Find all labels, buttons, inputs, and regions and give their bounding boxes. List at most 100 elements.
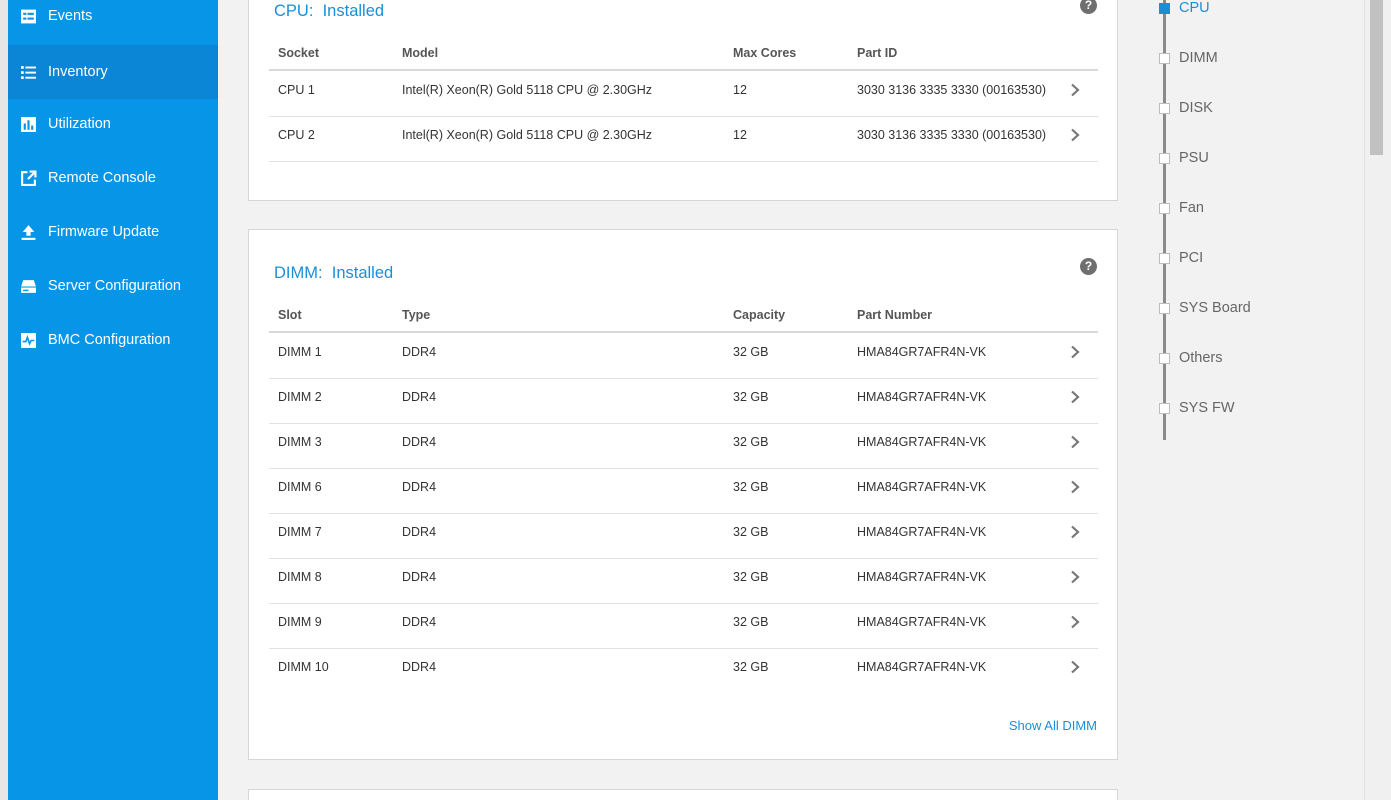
table-row[interactable]: DIMM 1 DDR4 32 GB HMA84GR7AFR4N-VK <box>269 334 1098 379</box>
cell-capacity: 32 GB <box>733 525 769 539</box>
cell-part-number: HMA84GR7AFR4N-VK <box>857 435 987 449</box>
cell-slot: DIMM 3 <box>278 435 322 449</box>
pulse-icon <box>8 332 48 349</box>
column-header-socket: Socket <box>278 46 319 60</box>
index-item-others[interactable]: Others <box>1159 349 1223 367</box>
sidebar-item-label: Events <box>48 8 93 24</box>
index-marker <box>1159 252 1170 264</box>
index-label: DISK <box>1179 100 1213 116</box>
sidebar-item-label: Remote Console <box>48 170 156 186</box>
index-marker <box>1159 152 1170 164</box>
index-marker <box>1159 352 1170 364</box>
index-item-pci[interactable]: PCI <box>1159 249 1203 267</box>
index-label: CPU <box>1179 0 1210 16</box>
table-row[interactable]: CPU 1 Intel(R) Xeon(R) Gold 5118 CPU @ 2… <box>269 72 1098 117</box>
index-label: DIMM <box>1179 50 1218 66</box>
cell-type: DDR4 <box>402 435 437 449</box>
cell-socket: CPU 2 <box>278 128 315 142</box>
panel-title-label: CPU: <box>274 2 314 20</box>
panel-title-status: Installed <box>322 2 385 20</box>
cpu-help-icon[interactable]: ? <box>1080 0 1097 14</box>
cell-socket: CPU 1 <box>278 83 315 97</box>
cell-max-cores: 12 <box>733 128 747 142</box>
sidebar-item-label: Inventory <box>48 64 108 80</box>
cell-capacity: 32 GB <box>733 480 769 494</box>
cell-part-number: HMA84GR7AFR4N-VK <box>857 660 987 674</box>
sidebar-item-events[interactable]: Events <box>8 0 218 43</box>
cell-type: DDR4 <box>402 615 437 629</box>
cell-capacity: 32 GB <box>733 570 769 584</box>
chevron-right-icon[interactable] <box>1068 660 1082 674</box>
sidebar-item-label: Firmware Update <box>48 224 160 240</box>
cell-max-cores: 12 <box>733 83 747 97</box>
events-icon <box>8 8 48 25</box>
index-item-sys-fw[interactable]: SYS FW <box>1159 399 1235 417</box>
upload-icon <box>8 224 48 241</box>
index-label: Others <box>1179 350 1223 366</box>
table-row[interactable]: DIMM 2 DDR4 32 GB HMA84GR7AFR4N-VK <box>269 379 1098 424</box>
chevron-right-icon[interactable] <box>1068 83 1082 97</box>
index-item-cpu[interactable]: CPU <box>1159 0 1210 17</box>
index-marker <box>1159 2 1170 14</box>
column-header-type: Type <box>402 308 431 322</box>
index-item-sys-board[interactable]: SYS Board <box>1159 299 1251 317</box>
cell-capacity: 32 GB <box>733 390 769 404</box>
scrollbar-thumb[interactable] <box>1370 0 1383 155</box>
table-row[interactable]: DIMM 3 DDR4 32 GB HMA84GR7AFR4N-VK <box>269 424 1098 469</box>
cell-model: Intel(R) Xeon(R) Gold 5118 CPU @ 2.30GHz <box>402 128 653 142</box>
index-item-psu[interactable]: PSU <box>1159 149 1209 167</box>
table-row[interactable]: DIMM 9 DDR4 32 GB HMA84GR7AFR4N-VK <box>269 604 1098 649</box>
list-icon <box>8 64 48 81</box>
cell-capacity: 32 GB <box>733 435 769 449</box>
cell-slot: DIMM 10 <box>278 660 329 674</box>
cell-slot: DIMM 6 <box>278 480 322 494</box>
panel-title-status: Installed <box>331 264 394 282</box>
sidebar-item-label: Utilization <box>48 116 111 132</box>
cell-capacity: 32 GB <box>733 660 769 674</box>
show-all-dimm-link[interactable]: Show All DIMM <box>1009 718 1097 733</box>
dimm-panel: DIMM: Installed ? Slot Type Capacity Par… <box>248 229 1118 760</box>
chevron-right-icon[interactable] <box>1068 128 1082 142</box>
chevron-right-icon[interactable] <box>1068 480 1082 494</box>
sidebar-item-utilization[interactable]: Utilization <box>8 97 218 151</box>
cell-type: DDR4 <box>402 660 437 674</box>
cell-type: DDR4 <box>402 525 437 539</box>
cell-slot: DIMM 7 <box>278 525 322 539</box>
chevron-right-icon[interactable] <box>1068 435 1082 449</box>
dimm-panel-title: DIMM: Installed <box>274 264 393 283</box>
next-panel <box>248 789 1118 800</box>
index-item-fan[interactable]: Fan <box>1159 199 1204 217</box>
table-row[interactable]: DIMM 7 DDR4 32 GB HMA84GR7AFR4N-VK <box>269 514 1098 559</box>
chevron-right-icon[interactable] <box>1068 345 1082 359</box>
cell-capacity: 32 GB <box>733 345 769 359</box>
chevron-right-icon[interactable] <box>1068 390 1082 404</box>
cpu-panel: CPU: Installed ? Socket Model Max Cores … <box>248 0 1118 201</box>
table-row[interactable]: DIMM 6 DDR4 32 GB HMA84GR7AFR4N-VK <box>269 469 1098 514</box>
cell-part-number: HMA84GR7AFR4N-VK <box>857 525 987 539</box>
index-marker <box>1159 102 1170 114</box>
chevron-right-icon[interactable] <box>1068 570 1082 584</box>
cell-type: DDR4 <box>402 480 437 494</box>
table-row[interactable]: DIMM 8 DDR4 32 GB HMA84GR7AFR4N-VK <box>269 559 1098 604</box>
vertical-scrollbar[interactable] <box>1364 0 1391 800</box>
sidebar-item-firmware-update[interactable]: Firmware Update <box>8 205 218 259</box>
index-item-disk[interactable]: DISK <box>1159 99 1213 117</box>
table-row[interactable]: DIMM 10 DDR4 32 GB HMA84GR7AFR4N-VK <box>269 649 1098 694</box>
cell-type: DDR4 <box>402 345 437 359</box>
sidebar-item-inventory[interactable]: Inventory <box>8 45 218 99</box>
panel-title-label: DIMM: <box>274 264 323 282</box>
table-row[interactable]: CPU 2 Intel(R) Xeon(R) Gold 5118 CPU @ 2… <box>269 117 1098 162</box>
chevron-right-icon[interactable] <box>1068 525 1082 539</box>
dimm-help-icon[interactable]: ? <box>1080 258 1097 275</box>
chevron-right-icon[interactable] <box>1068 615 1082 629</box>
index-item-dimm[interactable]: DIMM <box>1159 49 1218 67</box>
column-header-slot: Slot <box>278 308 302 322</box>
sidebar-item-remote-console[interactable]: Remote Console <box>8 151 218 205</box>
cpu-table-header: Socket Model Max Cores Part ID <box>269 35 1098 71</box>
sidebar-item-server-configuration[interactable]: Server Configuration <box>8 259 218 313</box>
cell-capacity: 32 GB <box>733 615 769 629</box>
server-icon <box>8 278 48 295</box>
main-content: CPU: Installed ? Socket Model Max Cores … <box>218 0 1146 800</box>
sidebar-item-bmc-configuration[interactable]: BMC Configuration <box>8 313 218 367</box>
column-header-capacity: Capacity <box>733 308 786 322</box>
